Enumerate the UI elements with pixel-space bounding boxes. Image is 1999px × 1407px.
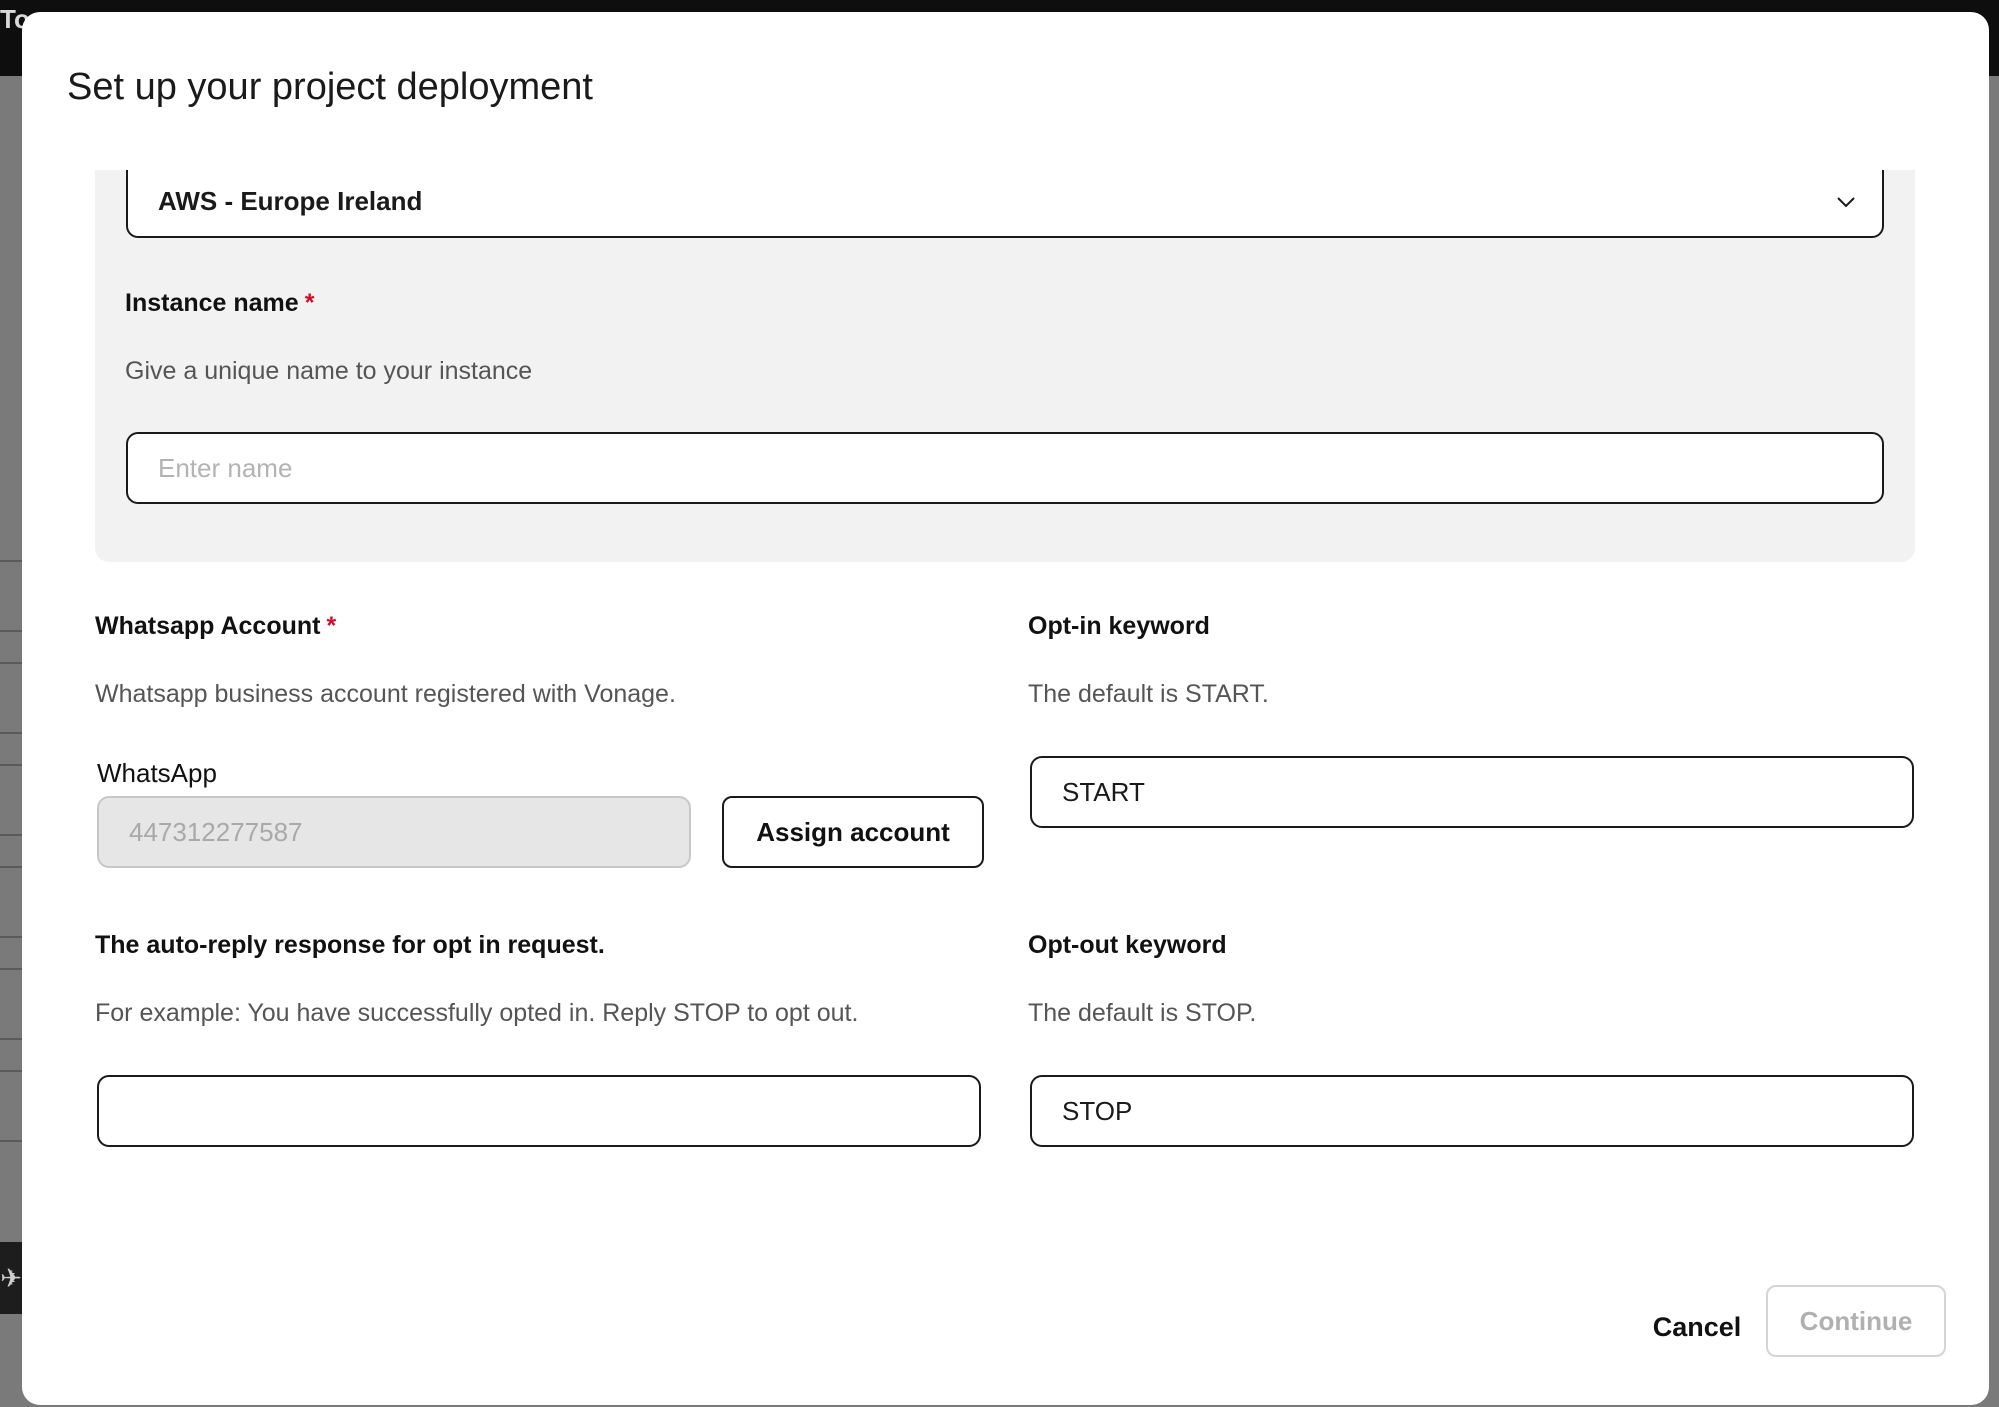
optout-keyword-help: The default is STOP. <box>1028 999 1257 1027</box>
whatsapp-field-label: WhatsApp <box>97 758 217 788</box>
required-mark: * <box>304 289 315 317</box>
whatsapp-account-label-text: Whatsapp Account <box>95 612 321 640</box>
optin-keyword-input[interactable] <box>1030 756 1914 828</box>
optout-keyword-input[interactable] <box>1030 1075 1914 1147</box>
whatsapp-number-input <box>97 796 691 868</box>
instance-name-input[interactable] <box>126 432 1884 504</box>
optin-keyword-label: Opt-in keyword <box>1028 612 1210 640</box>
modal-title: Set up your project deployment <box>67 66 593 108</box>
continue-button[interactable]: Continue <box>1766 1285 1946 1357</box>
deployment-modal: Set up your project deployment AWS - Eur… <box>22 12 1989 1405</box>
required-mark: * <box>326 612 337 640</box>
instance-name-help: Give a unique name to your instance <box>125 357 533 385</box>
chevron-down-icon <box>1837 197 1855 208</box>
autoreply-label: The auto-reply response for opt in reque… <box>95 931 605 959</box>
assign-account-button[interactable]: Assign account <box>722 796 984 868</box>
cancel-button[interactable]: Cancel <box>1622 1292 1772 1362</box>
region-select-value: AWS - Europe Ireland <box>158 186 423 216</box>
autoreply-input[interactable] <box>97 1075 981 1147</box>
optout-keyword-label: Opt-out keyword <box>1028 931 1227 959</box>
instance-name-label-text: Instance name <box>125 289 299 317</box>
whatsapp-account-label: Whatsapp Account * <box>95 612 336 641</box>
instance-name-label: Instance name * <box>125 289 314 318</box>
region-select[interactable]: AWS - Europe Ireland <box>126 170 1884 238</box>
optin-keyword-help: The default is START. <box>1028 680 1269 708</box>
autoreply-help: For example: You have successfully opted… <box>95 999 859 1027</box>
whatsapp-account-help: Whatsapp business account registered wit… <box>95 680 676 708</box>
background-rocket-icon: ✈ <box>0 1242 22 1314</box>
background-row-dividers <box>0 0 22 1407</box>
